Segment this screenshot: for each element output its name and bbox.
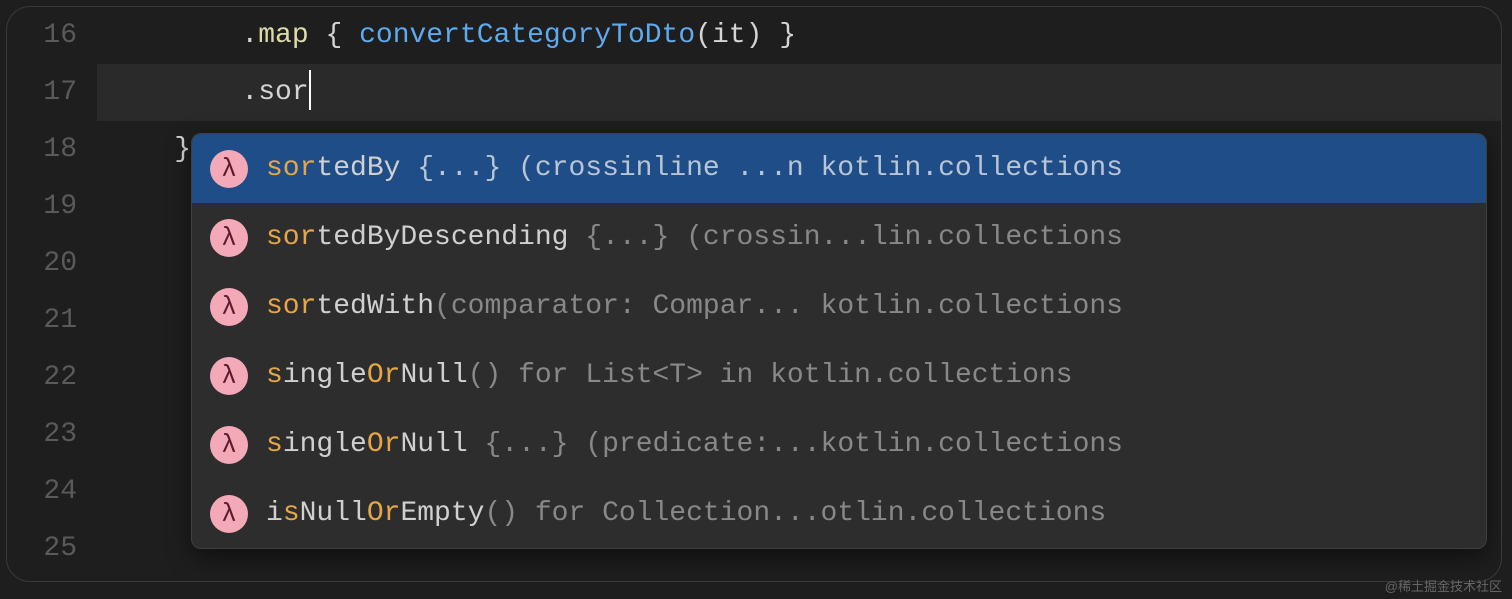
indent [107,20,241,51]
lambda-icon: λ [210,426,248,464]
autocomplete-item[interactable]: λ singleOrNull {...} (predicate:...kotlin… [192,410,1486,479]
autocomplete-item[interactable]: λ singleOrNull() for List<T> in kotlin.co… [192,341,1486,410]
autocomplete-label: singleOrNull() for List<T> in kotlin.col… [266,360,1468,391]
line-number: 19 [7,178,77,235]
autocomplete-item[interactable]: λ sortedWith(comparator: Compar... kotlin… [192,272,1486,341]
line-number: 20 [7,235,77,292]
lambda-icon: λ [210,150,248,188]
code-editor[interactable]: 16 17 18 19 20 21 22 23 24 25 .map { con… [6,6,1502,582]
space [762,20,779,51]
space [342,20,359,51]
autocomplete-label: sortedWith(comparator: Compar... kotlin.… [266,291,1468,322]
rbrace: } [174,134,191,165]
rparen: ) [746,20,763,51]
line-number: 16 [7,7,77,64]
code-line-16[interactable]: .map { convertCategoryToDto(it) } [97,7,1501,64]
code-line-17[interactable]: .sor [97,64,1501,121]
autocomplete-item[interactable]: λ sortedByDescending {...} (crossin...lin… [192,203,1486,272]
lparen: ( [695,20,712,51]
lambda-icon: λ [210,495,248,533]
text-cursor [309,70,311,110]
lambda-icon: λ [210,357,248,395]
lambda-icon: λ [210,288,248,326]
lbrace: { [325,20,342,51]
line-number: 17 [7,64,77,121]
line-number: 23 [7,406,77,463]
autocomplete-popup[interactable]: λ sortedBy {...} (crossinline ...n kotlin… [191,133,1487,549]
line-number: 21 [7,292,77,349]
indent [107,77,241,108]
autocomplete-label: sortedByDescending {...} (crossin...lin.… [266,222,1468,253]
autocomplete-item[interactable]: λ sortedBy {...} (crossinline ...n kotlin… [192,134,1486,203]
line-gutter: 16 17 18 19 20 21 22 23 24 25 [7,7,97,577]
line-number: 25 [7,520,77,577]
line-number: 22 [7,349,77,406]
autocomplete-label: singleOrNull {...} (predicate:...kotlin.… [266,429,1468,460]
line-number: 18 [7,121,77,178]
dot: . [241,77,258,108]
watermark: @稀土掘金技术社区 [1385,576,1502,595]
lambda-icon: λ [210,219,248,257]
space [309,20,326,51]
line-number: 24 [7,463,77,520]
typed-text: sor [258,77,308,108]
indent [107,134,174,165]
param-it: it [712,20,746,51]
method-map: map [258,20,308,51]
func-call: convertCategoryToDto [359,20,695,51]
autocomplete-item[interactable]: λ isNullOrEmpty() for Collection...otlin.… [192,479,1486,548]
dot: . [241,20,258,51]
autocomplete-label: sortedBy {...} (crossinline ...n kotlin.… [266,153,1468,184]
rbrace: } [779,20,796,51]
autocomplete-label: isNullOrEmpty() for Collection...otlin.c… [266,498,1468,529]
